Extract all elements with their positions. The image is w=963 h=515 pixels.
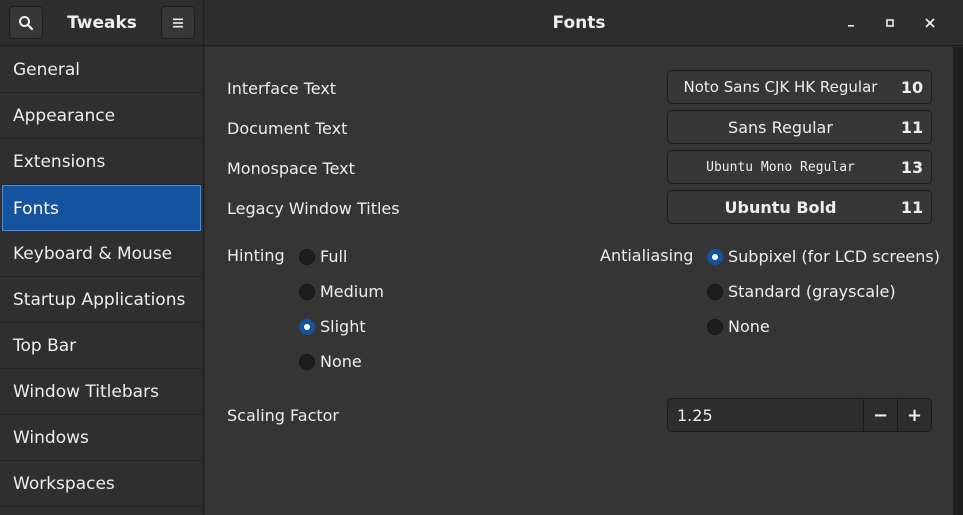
hinting-full-option[interactable]: Full — [299, 247, 347, 266]
legacy-font-size: 11 — [900, 197, 924, 217]
radio-button[interactable] — [299, 283, 315, 300]
radio-button[interactable] — [707, 283, 723, 300]
minimize-icon — [848, 25, 854, 27]
radio-button[interactable] — [299, 248, 315, 265]
interface-font-button[interactable]: Noto Sans CJK HK Regular 10 — [667, 70, 932, 104]
hinting-none-option[interactable]: None — [299, 352, 362, 371]
hinting-none-label: None — [320, 352, 362, 371]
maximize-button[interactable] — [879, 12, 901, 34]
search-button[interactable] — [9, 6, 43, 39]
sidebar-item-workspaces[interactable]: Workspaces — [0, 461, 203, 507]
hinting-label: Hinting — [227, 246, 285, 265]
hinting-slight-option[interactable]: Slight — [299, 317, 366, 336]
sidebar-item-top-bar[interactable]: Top Bar — [0, 323, 203, 369]
sidebar-item-keyboard-mouse[interactable]: Keyboard & Mouse — [0, 231, 203, 277]
antialiasing-subpixel-label: Subpixel (for LCD screens) — [728, 247, 940, 266]
hinting-slight-label: Slight — [320, 317, 366, 336]
sidebar-item-window-titlebars[interactable]: Window Titlebars — [0, 369, 203, 415]
header-bar: Tweaks Fonts — [0, 0, 963, 46]
document-font-size: 11 — [900, 117, 924, 137]
scaling-factor-label: Scaling Factor — [227, 406, 340, 425]
monospace-font-button[interactable]: Ubuntu Mono Regular 13 — [667, 150, 932, 184]
document-text-label: Document Text — [227, 119, 348, 138]
scaling-factor-value[interactable]: 1.25 — [668, 406, 863, 425]
close-icon — [925, 18, 935, 28]
antialiasing-none-label: None — [728, 317, 770, 336]
radio-button[interactable] — [707, 318, 723, 335]
minimize-button[interactable] — [840, 12, 862, 34]
antialiasing-subpixel-option[interactable]: Subpixel (for LCD screens) — [707, 247, 940, 266]
interface-font-size: 10 — [900, 77, 924, 97]
sidebar-item-extensions[interactable]: Extensions — [0, 139, 203, 185]
document-font-name: Sans Regular — [728, 117, 833, 137]
antialiasing-label: Antialiasing — [600, 246, 694, 265]
interface-font-name: Noto Sans CJK HK Regular — [683, 78, 878, 96]
hinting-medium-label: Medium — [320, 282, 384, 301]
close-button[interactable] — [919, 12, 941, 34]
sidebar-header: Tweaks — [0, 0, 204, 46]
radio-button[interactable] — [299, 353, 315, 370]
monospace-font-name: Ubuntu Mono Regular — [706, 159, 855, 175]
fonts-panel: Interface Text Noto Sans CJK HK Regular … — [205, 47, 953, 515]
increment-button[interactable]: + — [897, 399, 931, 431]
hinting-medium-option[interactable]: Medium — [299, 282, 384, 301]
legacy-font-button[interactable]: Ubuntu Bold 11 — [667, 190, 932, 224]
sidebar-item-general[interactable]: General — [0, 47, 203, 93]
legacy-titles-label: Legacy Window Titles — [227, 199, 400, 218]
monospace-font-size: 13 — [900, 157, 924, 177]
radio-button-checked[interactable] — [299, 318, 315, 335]
maximize-icon — [886, 19, 894, 27]
legacy-font-name: Ubuntu Bold — [724, 197, 837, 217]
menu-button[interactable] — [161, 6, 195, 39]
radio-button-checked[interactable] — [707, 248, 723, 265]
hamburger-menu-icon — [173, 18, 183, 27]
sidebar-item-windows[interactable]: Windows — [0, 415, 203, 461]
window-edge — [953, 47, 963, 515]
sidebar-item-appearance[interactable]: Appearance — [0, 93, 203, 139]
decrement-button[interactable]: − — [863, 399, 897, 431]
interface-text-label: Interface Text — [227, 79, 337, 98]
antialiasing-none-option[interactable]: None — [707, 317, 770, 336]
search-icon — [19, 15, 34, 30]
antialiasing-standard-option[interactable]: Standard (grayscale) — [707, 282, 896, 301]
sidebar-item-startup-applications[interactable]: Startup Applications — [0, 277, 203, 323]
scaling-factor-spinbutton[interactable]: 1.25 − + — [667, 398, 932, 432]
document-font-button[interactable]: Sans Regular 11 — [667, 110, 932, 144]
hinting-full-label: Full — [320, 247, 348, 266]
monospace-text-label: Monospace Text — [227, 159, 355, 178]
app-title: Tweaks — [67, 13, 137, 33]
sidebar-item-fonts[interactable]: Fonts — [2, 185, 201, 231]
antialiasing-standard-label: Standard (grayscale) — [728, 282, 896, 301]
sidebar: General Appearance Extensions Fonts Keyb… — [0, 47, 204, 515]
